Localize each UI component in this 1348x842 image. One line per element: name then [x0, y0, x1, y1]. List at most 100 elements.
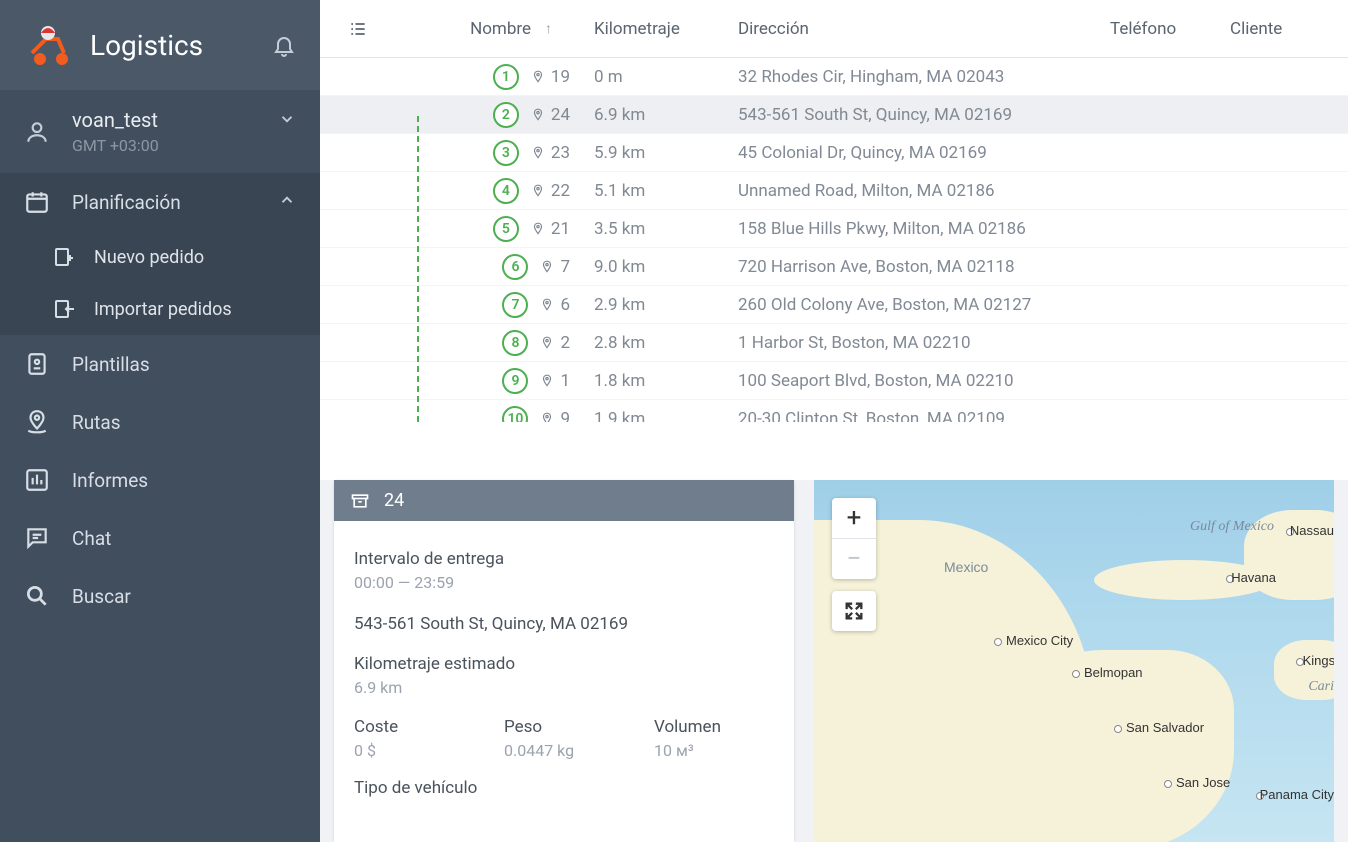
map-label-mexico: Mexico	[944, 560, 988, 574]
sidebar: Logistics voan_test GMT +03:00 Planifica…	[0, 0, 320, 842]
nav-reports[interactable]: Informes	[0, 451, 320, 509]
zoom-in-button[interactable]: +	[832, 498, 876, 538]
th-km[interactable]: Kilometraje	[582, 19, 726, 39]
nav-reports-label: Informes	[72, 469, 148, 492]
cell-km: 3.5 km	[582, 219, 726, 239]
cell-nombre: 76	[382, 292, 582, 318]
cell-address: 543-561 South St, Quincy, MA 02169	[726, 105, 1098, 125]
cell-km: 5.9 km	[582, 143, 726, 163]
stop-number-badge: 7	[502, 292, 528, 318]
cell-km: 1.8 km	[582, 371, 726, 391]
stop-number-badge: 10	[502, 406, 528, 423]
pin-icon	[531, 106, 545, 124]
route-line	[417, 116, 419, 422]
cell-km: 1.9 km	[582, 409, 726, 423]
pin-icon	[531, 144, 545, 162]
routes-icon	[24, 409, 50, 435]
map-city: Havana	[1231, 571, 1276, 584]
order-name: 6	[560, 295, 570, 315]
nav-search[interactable]: Buscar	[0, 567, 320, 625]
fullscreen-button[interactable]	[832, 591, 876, 631]
table-row[interactable]: 4225.1 kmUnnamed Road, Milton, MA 02186	[320, 172, 1348, 210]
nav-templates[interactable]: Plantillas	[0, 335, 320, 393]
order-name: 22	[551, 181, 570, 201]
order-name: 23	[551, 143, 570, 163]
map-city: San Jose	[1176, 776, 1230, 789]
map-city: Belmopan	[1084, 666, 1143, 679]
sidebar-header: Logistics	[0, 0, 320, 90]
nav-import-orders[interactable]: Importar pedidos	[52, 283, 320, 335]
user-menu[interactable]: voan_test GMT +03:00	[0, 90, 320, 173]
cell-nombre: 82	[382, 330, 582, 356]
th-cliente[interactable]: Cliente	[1218, 19, 1348, 39]
cell-address: 100 Seaport Blvd, Boston, MA 02210	[726, 371, 1098, 391]
cell-address: 158 Blue Hills Pkwy, Milton, MA 02186	[726, 219, 1098, 239]
th-nombre[interactable]: Nombre ↑	[382, 19, 582, 39]
cell-nombre: 10 9	[382, 406, 582, 423]
order-name: 2	[560, 333, 570, 353]
table-row[interactable]: 2246.9 km543-561 South St, Quincy, MA 02…	[320, 96, 1348, 134]
cell-address: 20-30 Clinton St, Boston, MA 02109	[726, 409, 1098, 423]
nav-planning-submenu: Nuevo pedido Importar pedidos	[0, 231, 320, 335]
th-telefono[interactable]: Teléfono	[1098, 19, 1218, 39]
cell-km: 6.9 km	[582, 105, 726, 125]
table-row[interactable]: 10 9 1.9 km20-30 Clinton St, Boston, MA 02…	[320, 400, 1348, 422]
pin-icon	[531, 182, 545, 200]
cell-address: Unnamed Road, Milton, MA 02186	[726, 181, 1098, 201]
notifications-icon[interactable]	[272, 33, 296, 57]
map-city: San Salvador	[1126, 721, 1204, 734]
nav-new-order-label: Nuevo pedido	[94, 247, 204, 268]
table-row[interactable]: 3235.9 km45 Colonial Dr, Quincy, MA 0216…	[320, 134, 1348, 172]
detail-title: 24	[384, 490, 404, 511]
reports-icon	[24, 467, 50, 493]
cell-address: 720 Harrison Ave, Boston, MA 02118	[726, 257, 1098, 277]
th-menu[interactable]	[334, 19, 382, 39]
cost-value: 0 $	[354, 741, 464, 760]
user-timezone: GMT +03:00	[72, 136, 159, 155]
cell-address: 1 Harbor St, Boston, MA 02210	[726, 333, 1098, 353]
order-detail-panel: 24 Intervalo de entrega 00:00 — 23:59 54…	[334, 480, 794, 842]
nav-routes-label: Rutas	[72, 411, 121, 434]
pin-icon	[540, 410, 554, 423]
map[interactable]: ••• + −	[814, 480, 1334, 842]
table-row[interactable]: 1190 m32 Rhodes Cir, Hingham, MA 02043	[320, 58, 1348, 96]
pin-icon	[540, 334, 554, 352]
search-icon	[24, 583, 50, 609]
map-city: Mexico City	[1006, 634, 1073, 647]
cell-nombre: 224	[382, 102, 582, 128]
order-name: 1	[560, 371, 570, 391]
stop-number-badge: 3	[493, 140, 519, 166]
pin-icon	[531, 68, 545, 86]
chevron-up-icon	[278, 191, 296, 209]
nav-chat[interactable]: Chat	[0, 509, 320, 567]
order-name: 9	[560, 409, 570, 423]
detail-address: 543-561 South St, Quincy, MA 02169	[354, 614, 774, 634]
zoom-out-button[interactable]: −	[832, 539, 876, 579]
nav-planning[interactable]: Planificación	[0, 173, 320, 231]
order-name: 19	[551, 67, 570, 87]
interval-label: Intervalo de entrega	[354, 549, 774, 569]
stop-number-badge: 8	[502, 330, 528, 356]
table-row[interactable]: 5213.5 km158 Blue Hills Pkwy, Milton, MA…	[320, 210, 1348, 248]
app-title: Logistics	[90, 29, 272, 62]
table-row[interactable]: 762.9 km260 Old Colony Ave, Boston, MA 0…	[320, 286, 1348, 324]
zoom-controls: + −	[832, 498, 876, 579]
th-direccion[interactable]: Dirección	[726, 19, 1098, 39]
table-row[interactable]: 822.8 km1 Harbor St, Boston, MA 02210	[320, 324, 1348, 362]
cell-nombre: 422	[382, 178, 582, 204]
table-row[interactable]: 911.8 km100 Seaport Blvd, Boston, MA 022…	[320, 362, 1348, 400]
nav-routes[interactable]: Rutas	[0, 393, 320, 451]
map-label-gulf: Gulf of Mexico	[1190, 520, 1274, 534]
nav-import-orders-label: Importar pedidos	[94, 299, 232, 320]
table-row[interactable]: 679.0 km720 Harrison Ave, Boston, MA 021…	[320, 248, 1348, 286]
table-header: Nombre ↑ Kilometraje Dirección Teléfono …	[320, 0, 1348, 58]
cell-address: 32 Rhodes Cir, Hingham, MA 02043	[726, 67, 1098, 87]
cell-address: 260 Old Colony Ave, Boston, MA 02127	[726, 295, 1098, 315]
chevron-down-icon	[278, 110, 296, 128]
nav-new-order[interactable]: Nuevo pedido	[52, 231, 320, 283]
user-name: voan_test	[72, 108, 159, 132]
pin-icon	[531, 220, 545, 238]
add-order-icon	[52, 245, 76, 269]
stop-number-badge: 1	[493, 64, 519, 90]
logo-icon	[24, 21, 72, 69]
